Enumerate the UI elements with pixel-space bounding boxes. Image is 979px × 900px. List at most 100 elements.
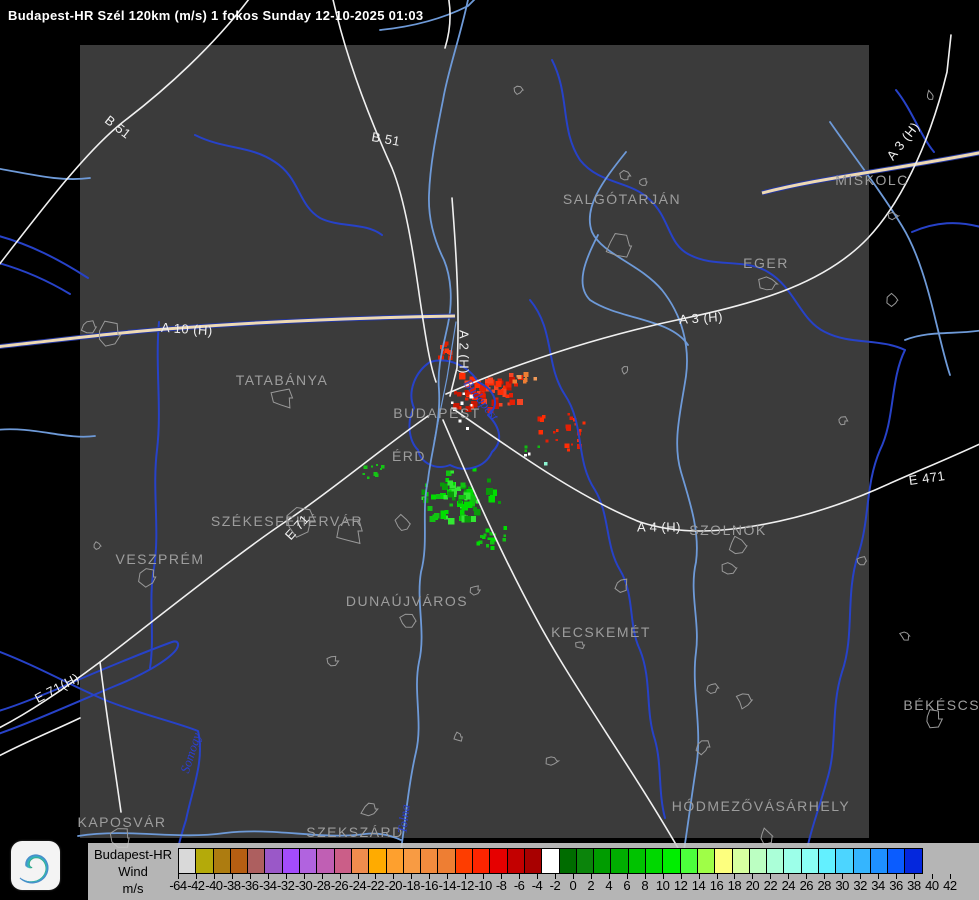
legend-color-box [229, 848, 249, 874]
city-outline [886, 292, 899, 308]
radar-echo-green-core [464, 515, 472, 523]
radar-echo-green-core [447, 480, 453, 486]
radar-echo-green-south [476, 541, 481, 546]
legend-color-scale [178, 848, 923, 874]
legend-value: -32 [277, 878, 295, 893]
radar-echo-red-core [456, 391, 462, 397]
radar-echo-green-west [375, 463, 378, 466]
legend-value: -34 [259, 878, 277, 893]
radar-echo-green-core [427, 506, 433, 511]
legend-value: -40 [205, 878, 223, 893]
radar-echo-white-specks [451, 401, 454, 404]
legend-color-box [541, 848, 560, 874]
radar-screen: Budapest-HR Szél 120km (m/s) 1 fokos Sun… [0, 0, 979, 900]
radar-echo-green-core [449, 503, 453, 507]
legend-value: 0 [569, 878, 577, 893]
radar-echo-red-east [564, 443, 570, 449]
legend-color-box [247, 848, 266, 874]
legend-scale-numbers: -64 -42 -40 -38 -36 -34 -32 -30 -28 -26 -24 -22 -20-… [169, 874, 968, 898]
legend-color-box [852, 848, 871, 874]
legend-value: 20 [745, 878, 760, 893]
legend-product-label: Budapest-HR Wind m/s [88, 846, 178, 897]
legend-bar: Budapest-HR Wind m/s -64 -42 -40 -38 -36 -34-… [88, 843, 979, 900]
radar-echo-white-specks [460, 401, 464, 405]
radar-echo-green-core [444, 509, 449, 514]
spiral-logo-icon [19, 854, 49, 884]
legend-value: -20 [384, 878, 403, 893]
radar-echo-green-south [490, 546, 495, 551]
legend-value: 12 [673, 878, 688, 893]
legend-unit: m/s [122, 881, 144, 896]
legend-color-box [887, 848, 906, 874]
legend-value: 2 [587, 878, 595, 893]
legend-value: -4 [531, 878, 543, 893]
legend-color-box [662, 848, 681, 874]
legend-color-box [817, 848, 837, 874]
legend-color-box [679, 848, 698, 874]
legend-value: -2 [549, 878, 561, 893]
radar-echo-green-west [374, 473, 379, 478]
radar-echo-green-south [503, 526, 508, 530]
legend-value: 32 [853, 878, 867, 893]
legend-value: 18 [727, 878, 742, 893]
radar-echo-green-core [486, 488, 493, 496]
radar-echo-green-core [448, 517, 455, 525]
radar-echo-green-west [362, 472, 365, 476]
legend-quantity: Wind [118, 864, 148, 879]
legend-color-box [402, 848, 422, 874]
radar-echo-red-core [505, 394, 510, 399]
legend-color-box [264, 848, 283, 874]
radar-echo-green-south [503, 534, 507, 538]
radar-echo-white-specks [458, 419, 462, 423]
legend-value: 34 [871, 878, 885, 893]
legend-color-box [454, 848, 474, 874]
legend-color-box [558, 848, 577, 874]
radar-echo-red-core [473, 393, 478, 398]
radar-echo-green-west [381, 465, 385, 469]
radar-echo-green-core [488, 496, 495, 503]
radar-echo-white-specks [460, 410, 463, 413]
radar-echo-green-core [456, 486, 461, 491]
radar-echo-green-south [483, 533, 487, 537]
radar-echo-green-core [446, 470, 452, 476]
radar-echo-red-core [495, 381, 502, 387]
legend-color-box [575, 848, 595, 874]
radar-echo-green-core [465, 501, 473, 509]
radar-echo-green-core [473, 507, 478, 512]
legend-value: 6 [623, 878, 631, 893]
legend-color-box [385, 848, 404, 874]
legend-value: 36 [889, 878, 903, 893]
legend-value: 4 [605, 878, 613, 893]
legend-value: -16 [420, 878, 439, 893]
legend-color-box [714, 848, 733, 874]
radar-echo-orange-wisp [533, 377, 537, 381]
radar-echo-green-south [502, 537, 506, 542]
legend-color-box [610, 848, 629, 874]
legend-color-box [506, 848, 525, 874]
radar-echo-green-core [429, 515, 436, 522]
legend-color-box [835, 848, 854, 874]
city-outline [899, 631, 911, 641]
radar-coverage-area [80, 45, 869, 838]
radar-echo-red-core [465, 405, 472, 412]
legend-value: 38 [907, 878, 921, 893]
legend-value: 16 [709, 878, 724, 893]
radar-echo-red-east [582, 421, 586, 425]
legend-color-box [420, 848, 439, 874]
legend-value: -8 [495, 878, 507, 893]
radar-echo-red-core [487, 377, 494, 384]
radar-echo-cyan-speck [543, 461, 547, 465]
radar-echo-green-south [485, 528, 490, 533]
radar-echo-red-core [497, 389, 504, 396]
radar-echo-green-core [459, 509, 465, 515]
radar-echo-red-core [498, 402, 503, 407]
app-logo[interactable] [11, 841, 60, 890]
radar-echo-red-core [481, 400, 485, 404]
radar-echo-green-specks-ne [524, 445, 528, 449]
radar-echo-green-specks-ne [524, 449, 527, 452]
legend-value: -26 [330, 878, 349, 893]
radar-echo-red-east [566, 448, 570, 452]
legend-value: -10 [474, 878, 492, 893]
legend-value: 26 [799, 878, 814, 893]
legend-color-box [333, 848, 352, 874]
